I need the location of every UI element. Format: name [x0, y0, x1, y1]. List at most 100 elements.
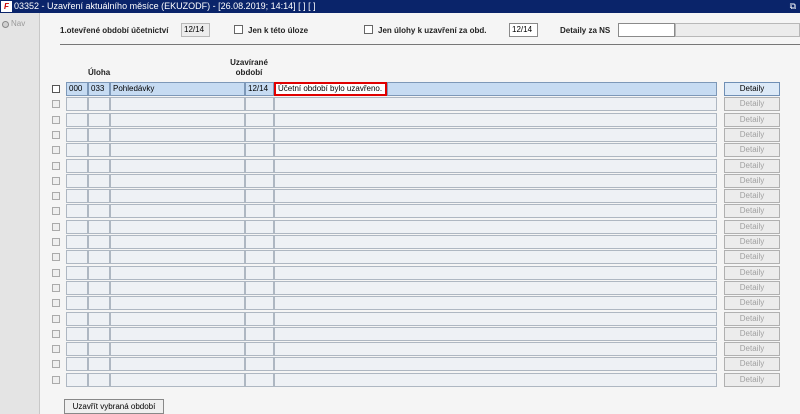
- closing-period-field[interactable]: 12/14: [509, 23, 538, 37]
- row-select-checkbox[interactable]: [52, 253, 60, 262]
- row-task-name-cell[interactable]: Pohledávky: [110, 82, 245, 96]
- row-select-checkbox[interactable]: [52, 207, 60, 216]
- row-details-button[interactable]: Detaily: [724, 97, 780, 112]
- row-details-button[interactable]: Detaily: [724, 219, 780, 234]
- table-row[interactable]: Detaily: [40, 189, 800, 204]
- row-code2-cell[interactable]: [88, 97, 110, 112]
- row-task-name-cell[interactable]: [110, 127, 245, 142]
- row-select-checkbox[interactable]: [52, 238, 60, 246]
- table-row[interactable]: Detaily: [40, 311, 800, 326]
- only-task-checkbox[interactable]: [234, 25, 243, 34]
- table-row[interactable]: Detaily: [40, 372, 800, 387]
- row-code2-cell[interactable]: [88, 265, 110, 280]
- row-period-cell[interactable]: [245, 250, 274, 265]
- row-code2-cell[interactable]: [88, 311, 110, 326]
- row-code2-cell[interactable]: [88, 342, 110, 357]
- row-select-checkbox[interactable]: [52, 375, 60, 384]
- table-row[interactable]: Detaily: [40, 112, 800, 127]
- row-details-button[interactable]: Detaily: [724, 342, 780, 357]
- row-task-name-cell[interactable]: [110, 173, 245, 188]
- row-task-name-cell[interactable]: [110, 280, 245, 295]
- table-row[interactable]: Detaily: [40, 265, 800, 280]
- row-period-cell[interactable]: [245, 189, 274, 204]
- row-task-name-cell[interactable]: [110, 296, 245, 311]
- row-code1-cell[interactable]: [66, 189, 88, 204]
- row-code1-cell[interactable]: [66, 127, 88, 142]
- nav-icon[interactable]: [2, 21, 9, 28]
- row-code1-cell[interactable]: [66, 143, 88, 158]
- row-code1-cell[interactable]: [66, 311, 88, 326]
- open-period-field[interactable]: 12/14: [181, 23, 210, 37]
- row-select-checkbox[interactable]: [52, 268, 60, 277]
- row-period-cell[interactable]: [245, 372, 274, 387]
- row-select-checkbox[interactable]: [52, 115, 60, 124]
- row-code1-cell[interactable]: [66, 250, 88, 265]
- row-select-checkbox[interactable]: [52, 345, 60, 354]
- row-code1-cell[interactable]: [66, 173, 88, 188]
- row-code1-cell[interactable]: [66, 357, 88, 372]
- row-select-checkbox[interactable]: [52, 314, 60, 323]
- row-select-checkbox[interactable]: [52, 130, 60, 139]
- row-details-button[interactable]: Detaily: [724, 158, 780, 173]
- row-code2-cell[interactable]: [88, 250, 110, 265]
- row-details-button[interactable]: Detaily: [724, 127, 780, 142]
- table-row[interactable]: Detaily: [40, 326, 800, 341]
- row-task-name-cell[interactable]: [110, 372, 245, 387]
- row-details-button[interactable]: Detaily: [724, 173, 780, 188]
- row-details-button[interactable]: Detaily: [724, 143, 780, 158]
- row-select-checkbox[interactable]: [52, 192, 60, 201]
- row-period-cell[interactable]: [245, 280, 274, 295]
- table-row[interactable]: Detaily: [40, 219, 800, 234]
- row-task-name-cell[interactable]: [110, 143, 245, 158]
- row-code1-cell[interactable]: [66, 265, 88, 280]
- row-period-cell[interactable]: 12/14: [245, 82, 274, 96]
- row-period-cell[interactable]: [245, 342, 274, 357]
- row-details-button[interactable]: Detaily: [724, 82, 780, 96]
- row-code2-cell[interactable]: [88, 204, 110, 219]
- row-code1-cell[interactable]: [66, 219, 88, 234]
- row-details-button[interactable]: Detaily: [724, 235, 780, 249]
- row-period-cell[interactable]: [245, 97, 274, 112]
- row-task-name-cell[interactable]: [110, 112, 245, 127]
- row-select-checkbox[interactable]: [52, 176, 60, 185]
- row-period-cell[interactable]: [245, 296, 274, 311]
- row-code1-cell[interactable]: [66, 326, 88, 341]
- row-period-cell[interactable]: [245, 357, 274, 372]
- row-select-checkbox[interactable]: [52, 100, 60, 109]
- row-code2-cell[interactable]: [88, 372, 110, 387]
- row-code1-cell[interactable]: [66, 97, 88, 112]
- row-select-checkbox[interactable]: [52, 161, 60, 170]
- row-period-cell[interactable]: [245, 265, 274, 280]
- row-period-cell[interactable]: [245, 112, 274, 127]
- row-details-button[interactable]: Detaily: [724, 296, 780, 311]
- table-row[interactable]: Detaily: [40, 250, 800, 265]
- table-row[interactable]: Detaily: [40, 158, 800, 173]
- only-closing-checkbox[interactable]: [364, 25, 373, 34]
- table-row[interactable]: Detaily: [40, 143, 800, 158]
- row-select-checkbox[interactable]: [52, 222, 60, 231]
- row-task-name-cell[interactable]: [110, 189, 245, 204]
- row-task-name-cell[interactable]: [110, 235, 245, 249]
- row-task-name-cell[interactable]: [110, 158, 245, 173]
- row-code2-cell[interactable]: [88, 357, 110, 372]
- row-code1-cell[interactable]: [66, 342, 88, 357]
- row-task-name-cell[interactable]: [110, 326, 245, 341]
- row-code2-cell[interactable]: [88, 112, 110, 127]
- row-code2-cell[interactable]: [88, 219, 110, 234]
- row-code1-cell[interactable]: [66, 112, 88, 127]
- row-details-button[interactable]: Detaily: [724, 372, 780, 387]
- row-details-button[interactable]: Detaily: [724, 357, 780, 372]
- row-select-checkbox[interactable]: [52, 146, 60, 155]
- row-code1-cell[interactable]: [66, 296, 88, 311]
- table-row[interactable]: 000 033 Pohledávky 12/14 Účetní období bylo …: [40, 82, 800, 96]
- row-task-name-cell[interactable]: [110, 250, 245, 265]
- row-task-name-cell[interactable]: [110, 311, 245, 326]
- row-code2-cell[interactable]: [88, 158, 110, 173]
- table-row[interactable]: Detaily: [40, 97, 800, 112]
- table-row[interactable]: Detaily: [40, 204, 800, 219]
- row-period-cell[interactable]: [245, 127, 274, 142]
- row-period-cell[interactable]: [245, 158, 274, 173]
- row-code2-cell[interactable]: [88, 280, 110, 295]
- row-select-checkbox[interactable]: [52, 329, 60, 338]
- table-row[interactable]: Detaily: [40, 127, 800, 142]
